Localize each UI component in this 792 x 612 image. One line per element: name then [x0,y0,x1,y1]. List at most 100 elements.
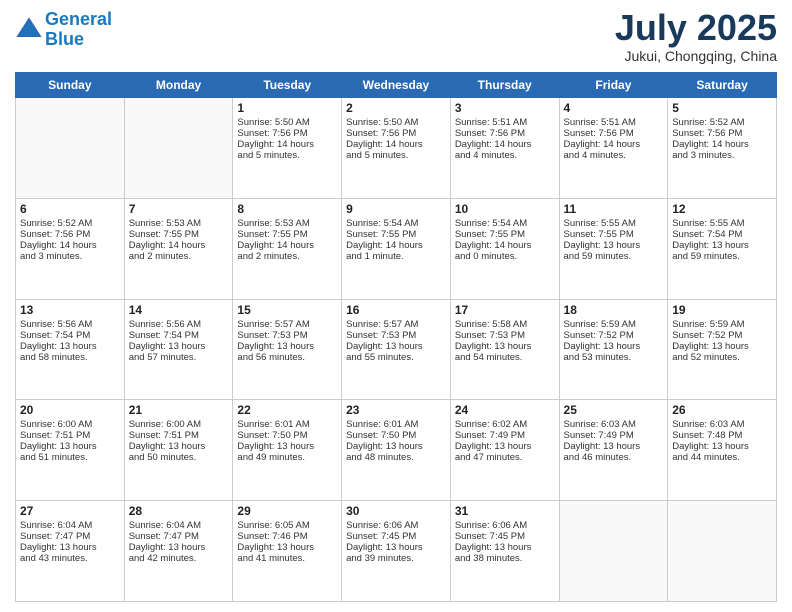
day-info-line: Daylight: 13 hours [564,240,664,251]
day-number: 9 [346,202,446,216]
table-row: 25 Sunrise: 6:03 AMSunset: 7:49 PMDayligh… [559,400,668,501]
day-info-line: and 4 minutes. [455,150,555,161]
day-info-line: Sunset: 7:45 PM [455,531,555,542]
day-info-line: Sunrise: 6:01 AM [346,419,446,430]
table-row: 14Sunrise: 5:56 AMSunset: 7:54 PMDayligh… [124,299,233,400]
day-info-line: and 5 minutes. [346,150,446,161]
day-number: 11 [564,202,664,216]
table-row: 9Sunrise: 5:54 AMSunset: 7:55 PMDaylight… [342,198,451,299]
day-info-line: and 43 minutes. [20,553,120,564]
table-row: 2Sunrise: 5:50 AMSunset: 7:56 PMDaylight… [342,98,451,199]
table-row: 28Sunrise: 6:04 AMSunset: 7:47 PMDayligh… [124,501,233,602]
day-info-line: Sunrise: 6:04 AM [129,520,229,531]
day-info-line: Daylight: 13 hours [672,441,772,452]
table-row: 15Sunrise: 5:57 AMSunset: 7:53 PMDayligh… [233,299,342,400]
day-info-line: and 54 minutes. [455,352,555,363]
table-row: 29Sunrise: 6:05 AMSunset: 7:46 PMDayligh… [233,501,342,602]
day-info-line: Daylight: 14 hours [455,139,555,150]
day-info-line: Sunset: 7:46 PM [237,531,337,542]
col-monday: Monday [124,73,233,98]
day-info-line: Sunrise: 5:53 AM [237,218,337,229]
day-info-line: Sunrise: 5:57 AM [346,319,446,330]
day-number: 29 [237,504,337,518]
day-info-line: Daylight: 13 hours [346,341,446,352]
location-subtitle: Jukui, Chongqing, China [615,48,777,64]
day-info-line: and 46 minutes. [564,452,664,463]
table-row: 19Sunrise: 5:59 AMSunset: 7:52 PMDayligh… [668,299,777,400]
day-info-line: Sunset: 7:54 PM [20,330,120,341]
day-number: 20 [20,403,120,417]
day-number: 23 [346,403,446,417]
day-number: 7 [129,202,229,216]
table-row: 5Sunrise: 5:52 AMSunset: 7:56 PMDaylight… [668,98,777,199]
day-info-line: Sunset: 7:53 PM [346,330,446,341]
day-info-line: Daylight: 13 hours [455,441,555,452]
day-info-line: Sunset: 7:51 PM [129,430,229,441]
day-info-line: Sunset: 7:45 PM [346,531,446,542]
col-thursday: Thursday [450,73,559,98]
table-row: 24Sunrise: 6:02 AMSunset: 7:49 PMDayligh… [450,400,559,501]
day-number: 8 [237,202,337,216]
day-number: 25 [564,403,664,417]
day-info-line: Sunset: 7:55 PM [237,229,337,240]
day-number: 15 [237,303,337,317]
month-title: July 2025 [615,10,777,46]
logo-line1: General [45,9,112,29]
table-row: 6Sunrise: 5:52 AMSunset: 7:56 PMDaylight… [16,198,125,299]
col-wednesday: Wednesday [342,73,451,98]
logo-icon [15,16,43,44]
day-info-line: Daylight: 14 hours [20,240,120,251]
day-info-line: Sunrise: 5:55 AM [564,218,664,229]
day-info-line: Sunset: 7:54 PM [672,229,772,240]
day-info-line: Sunrise: 6:02 AM [455,419,555,430]
table-row: 8Sunrise: 5:53 AMSunset: 7:55 PMDaylight… [233,198,342,299]
day-info-line: Sunset: 7:56 PM [672,128,772,139]
col-saturday: Saturday [668,73,777,98]
day-info-line: Sunrise: 5:52 AM [672,117,772,128]
day-info-line: and 59 minutes. [672,251,772,262]
day-info-line: and 51 minutes. [20,452,120,463]
day-info-line: Sunrise: 5:51 AM [455,117,555,128]
day-info-line: Daylight: 13 hours [129,341,229,352]
day-info-line: Sunrise: 5:59 AM [672,319,772,330]
day-info-line: Sunrise: 5:50 AM [237,117,337,128]
day-number: 1 [237,101,337,115]
day-info-line: Daylight: 13 hours [129,542,229,553]
day-info-line: Sunrise: 5:52 AM [20,218,120,229]
day-info-line: Sunset: 7:56 PM [564,128,664,139]
day-info-line: Daylight: 13 hours [455,542,555,553]
day-info-line: Sunrise: 5:57 AM [237,319,337,330]
logo: General Blue [15,10,112,50]
table-row: 4Sunrise: 5:51 AMSunset: 7:56 PMDaylight… [559,98,668,199]
day-info-line: Daylight: 13 hours [564,441,664,452]
day-info-line: Sunrise: 6:06 AM [455,520,555,531]
day-info-line: Daylight: 13 hours [455,341,555,352]
day-info-line: Daylight: 14 hours [455,240,555,251]
day-info-line: Sunrise: 5:56 AM [20,319,120,330]
day-info-line: Sunrise: 5:53 AM [129,218,229,229]
day-number: 16 [346,303,446,317]
day-info-line: Sunrise: 5:55 AM [672,218,772,229]
day-info-line: Daylight: 13 hours [672,240,772,251]
day-number: 31 [455,504,555,518]
day-info-line: Sunset: 7:49 PM [564,430,664,441]
day-info-line: Daylight: 14 hours [564,139,664,150]
day-info-line: Daylight: 14 hours [672,139,772,150]
table-row: 16 Sunrise: 5:57 AMSunset: 7:53 PMDayligh… [342,299,451,400]
day-info-line: Sunset: 7:56 PM [20,229,120,240]
day-number: 22 [237,403,337,417]
day-info-line: Daylight: 13 hours [237,542,337,553]
day-info-line: Sunrise: 6:03 AM [564,419,664,430]
day-info-line: and 55 minutes. [346,352,446,363]
day-info-line: and 57 minutes. [129,352,229,363]
col-tuesday: Tuesday [233,73,342,98]
day-info-line: Sunset: 7:55 PM [564,229,664,240]
day-number: 4 [564,101,664,115]
day-info-line: Sunrise: 6:00 AM [129,419,229,430]
table-row: 11 Sunrise: 5:55 AMSunset: 7:55 PMDayligh… [559,198,668,299]
day-number: 17 [455,303,555,317]
day-info-line: Sunrise: 6:01 AM [237,419,337,430]
day-info-line: Daylight: 13 hours [237,441,337,452]
day-info-line: Daylight: 13 hours [672,341,772,352]
day-info-line: and 49 minutes. [237,452,337,463]
